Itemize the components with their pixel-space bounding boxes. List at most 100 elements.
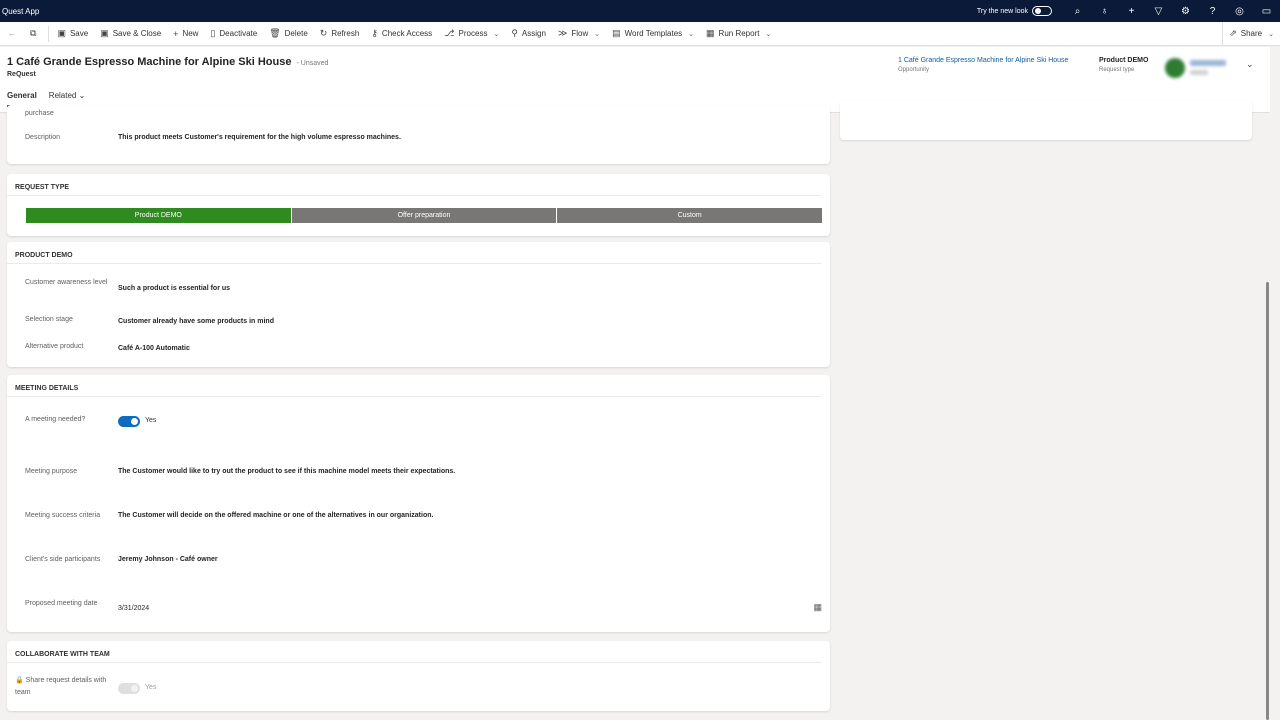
run-report-button[interactable]: ▦ Run Report ⌄ [700,22,777,46]
save-icon: ▣ [57,28,66,38]
plus-icon[interactable]: + [1118,6,1145,17]
description-label: Description [25,134,61,141]
meeting-needed-value: Yes [145,417,157,424]
delete-button[interactable]: 🗑 Delete [263,22,314,46]
chevron-down-icon: ⌄ [493,30,500,38]
share-details-label: Share request details with team [15,677,107,696]
new-label: New [182,29,199,38]
participants-label: Client's side participants [25,556,101,563]
share-details-label-wrap: 🔒 Share request details with team [15,675,110,699]
lightbulb-icon[interactable]: ♁ [1091,6,1118,17]
refresh-icon: ↻ [319,28,328,38]
chevron-down-icon: ⌄ [688,30,695,38]
request-type-value: Product DEMO [1099,57,1149,64]
opportunity-label: Opportunity [898,67,930,73]
check-access-button[interactable]: ⚷ Check Access [365,22,438,46]
participants-value[interactable]: Jeremy Johnson - Café owner [118,554,218,566]
request-type-card: REQUEST TYPE Product DEMO Offer preparat… [7,174,830,236]
filter-icon[interactable]: ▽ [1145,6,1172,17]
new-look-toggle[interactable] [1032,6,1052,16]
save-button[interactable]: ▣ Save [51,22,94,46]
flow-label: Flow [571,29,589,38]
meeting-date-label: Proposed meeting date [25,600,98,607]
process-button[interactable]: ⎇ Process ⌄ [438,22,505,46]
record-title-wrap: 1 Café Grande Espresso Machine for Alpin… [7,56,328,68]
flow-button[interactable]: ≫ Flow ⌄ [552,22,606,46]
divider [48,25,50,42]
header-opportunity: 1 Café Grande Espresso Machine for Alpin… [898,57,1068,73]
new-button[interactable]: + New [167,22,204,46]
search-icon[interactable]: ⌕ [1064,6,1091,17]
product-demo-card: PRODUCT DEMO Customer awareness level Su… [7,242,830,367]
selection-stage-label: Selection stage [25,316,73,323]
stage-offer-preparation[interactable]: Offer preparation [291,208,558,223]
owner-role-redacted [1190,70,1208,75]
flow-icon: ≫ [557,28,568,38]
avatar[interactable] [1165,58,1185,78]
scrollbar[interactable] [1266,282,1269,720]
refresh-button[interactable]: ↻ Refresh [314,22,366,46]
share-details-toggle[interactable] [118,682,140,694]
save-close-icon: ▣ [100,28,109,38]
help-icon[interactable]: ? [1199,6,1226,17]
document-icon: ▯ [210,28,216,38]
chevron-down-icon: ⌄ [594,30,601,38]
assign-button[interactable]: ⚲ Assign [505,22,552,46]
app-bar: Quest App Try the new look ⌕ ♁ + ▽ ⚙ ? ◎… [0,0,1280,22]
chevron-down-icon: ⌄ [765,30,772,38]
share-button[interactable]: ⇗ Share ⌄ [1222,21,1280,46]
share-icon: ⇗ [1229,28,1237,38]
copilot-icon[interactable]: ◎ [1226,6,1253,17]
deactivate-button[interactable]: ▯ Deactivate [204,22,263,46]
back-button[interactable]: ← [0,22,24,46]
summary-card: purchase Description This product meets … [7,105,830,164]
run-report-label: Run Report [718,29,760,38]
deactivate-label: Deactivate [219,29,258,38]
word-templates-button[interactable]: ▤ Word Templates ⌄ [606,22,700,46]
request-type-stages: Product DEMO Offer preparation Custom [26,208,823,223]
selection-stage-value[interactable]: Customer already have some products in m… [118,316,274,328]
word-icon: ▤ [612,28,621,38]
report-icon: ▦ [706,28,715,38]
key-icon: ⚷ [371,28,378,38]
save-close-button[interactable]: ▣ Save & Close [94,22,167,46]
product-demo-heading: PRODUCT DEMO [7,242,822,264]
open-new-window-button[interactable]: ⧉ [24,22,46,46]
chat-icon[interactable]: ▭ [1253,6,1280,17]
plus-icon: + [173,28,179,39]
meeting-needed-toggle[interactable] [118,415,140,427]
collaborate-card: COLLABORATE WITH TEAM 🔒 Share request de… [7,641,830,711]
owner-name-redacted [1190,60,1226,66]
calendar-icon[interactable]: ▦ [813,602,822,613]
side-panel-card [840,100,1252,140]
stage-product-demo[interactable]: Product DEMO [26,208,292,223]
header-request-type: Product DEMO Request type [1099,57,1148,73]
app-title[interactable]: Quest App [0,7,39,16]
share-details-value: Yes [145,684,157,691]
page-title: 1 Café Grande Espresso Machine for Alpin… [7,56,292,68]
meeting-purpose-value[interactable]: The Customer would like to try out the p… [118,466,455,478]
check-access-label: Check Access [381,29,433,38]
save-label: Save [69,29,89,38]
chevron-down-icon[interactable]: ⌄ [1246,59,1254,70]
alternative-product-value[interactable]: Café A-100 Automatic [118,343,190,355]
meeting-needed-label: A meeting needed? [25,416,86,423]
meeting-success-label: Meeting success criteria [25,512,101,519]
refresh-label: Refresh [331,29,360,38]
awareness-label: Customer awareness level [25,279,108,286]
share-details-control: Yes [118,682,156,695]
back-arrow-icon: ← [8,29,16,38]
awareness-value[interactable]: Such a product is essential for us [118,283,230,295]
gear-icon[interactable]: ⚙ [1172,6,1199,17]
stage-custom[interactable]: Custom [557,208,823,223]
collaborate-heading: COLLABORATE WITH TEAM [7,641,822,663]
meeting-success-value[interactable]: The Customer will decide on the offered … [118,510,433,522]
assign-label: Assign [521,29,546,38]
opportunity-link[interactable]: 1 Café Grande Espresso Machine for Alpin… [898,57,1068,64]
tab-related-label: Related [48,91,77,100]
meeting-date-value[interactable]: 3/31/2024 [118,603,149,615]
request-type-label: Request type [1099,67,1135,73]
description-value[interactable]: This product meets Customer's requiremen… [118,132,401,144]
word-templates-label: Word Templates [624,29,683,38]
request-type-heading: REQUEST TYPE [7,174,822,196]
